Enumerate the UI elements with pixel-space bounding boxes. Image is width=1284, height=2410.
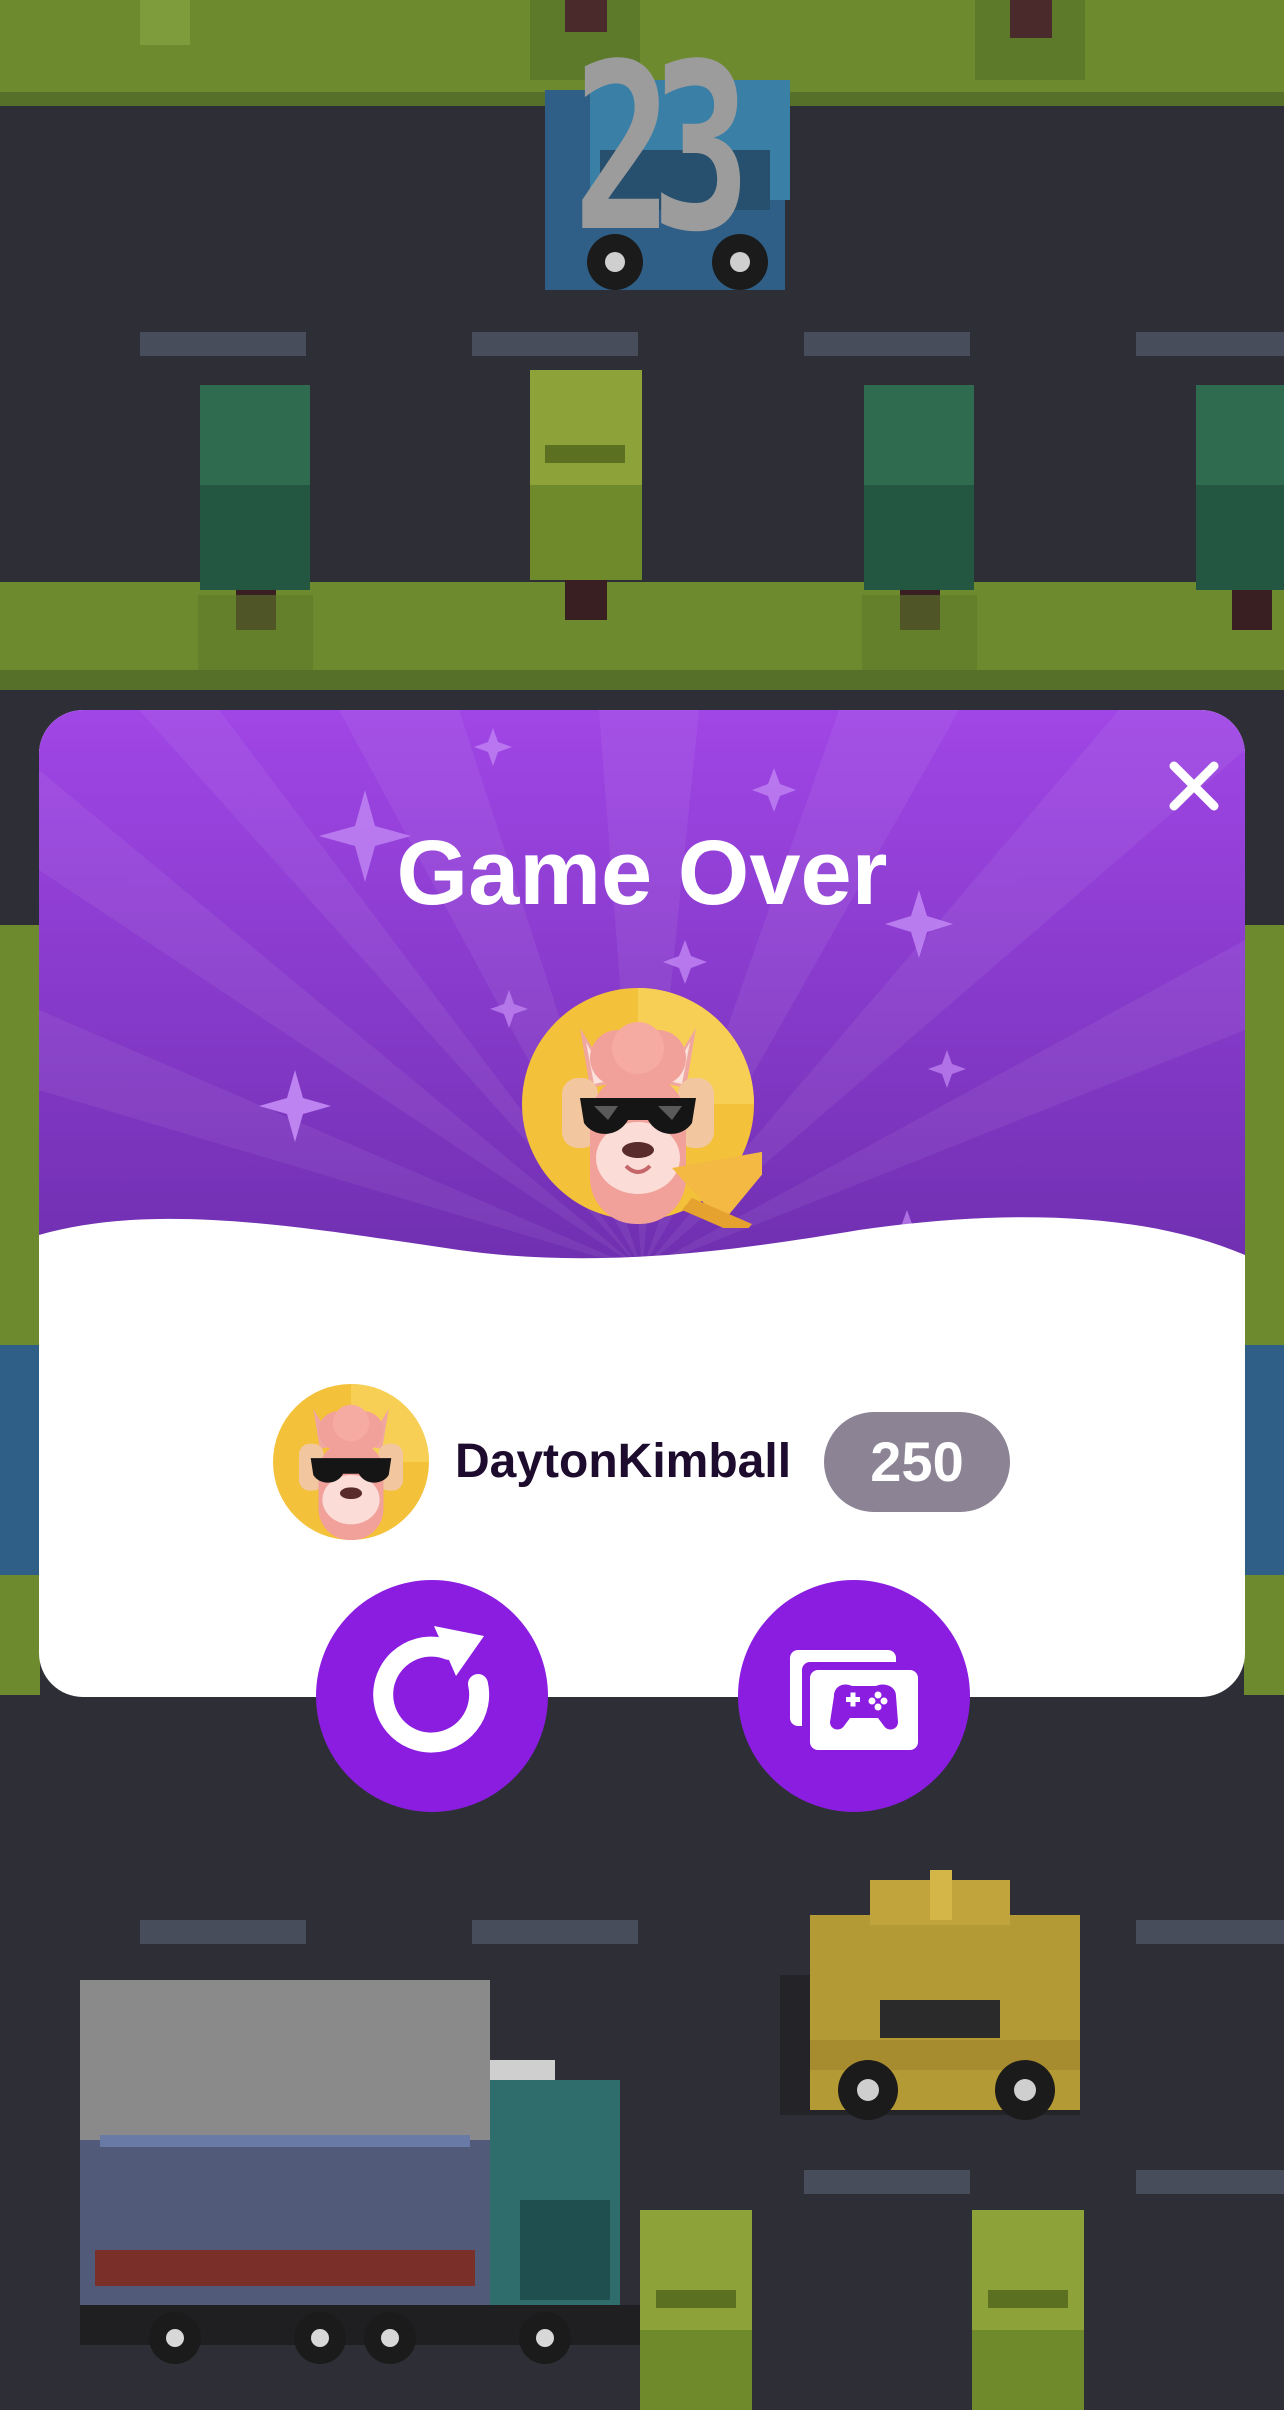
more-games-button[interactable] (738, 1580, 970, 1812)
llama-avatar-icon (522, 988, 762, 1228)
replay-icon (373, 1626, 490, 1753)
score-counter: 23 (573, 16, 751, 283)
replay-button[interactable] (316, 1580, 548, 1812)
llama-avatar-icon (273, 1384, 429, 1540)
game-library-icon (790, 1650, 918, 1750)
close-icon (1169, 761, 1219, 811)
player-result-row: DaytonKimball 250 (39, 1370, 1245, 1540)
game-over-title: Game Over (396, 822, 888, 924)
player-name: DaytonKimball (455, 1435, 792, 1488)
close-button[interactable] (1144, 736, 1244, 836)
game-screen: 23 Game Over DaytonKimball 250 (0, 0, 1284, 2410)
game-over-modal: Game Over DaytonKimball 250 (39, 710, 1245, 1697)
player-score-badge: 250 (824, 1412, 1010, 1512)
